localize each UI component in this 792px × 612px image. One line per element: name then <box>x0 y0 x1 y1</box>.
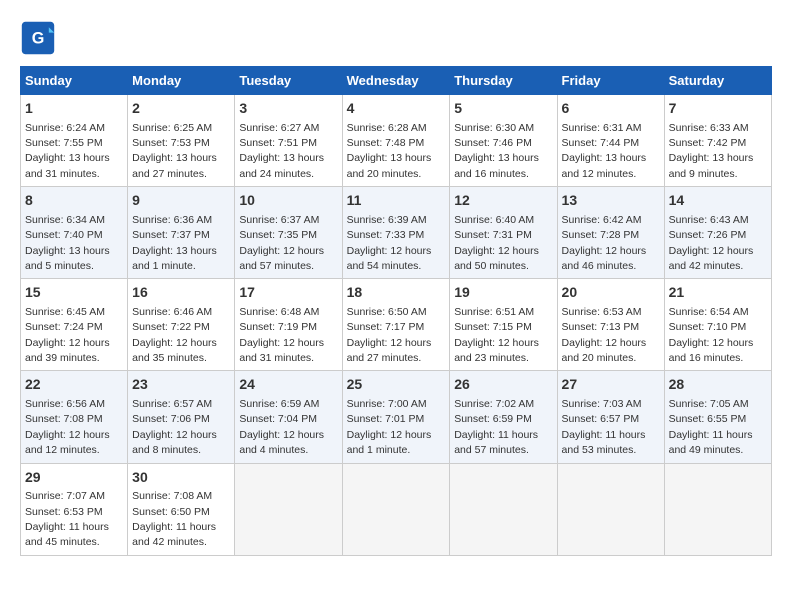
col-sunday: Sunday <box>21 67 128 95</box>
day-13: 13 Sunrise: 6:42 AMSunset: 7:28 PMDaylig… <box>557 187 664 279</box>
table-row: 29 Sunrise: 7:07 AMSunset: 6:53 PMDaylig… <box>21 463 772 555</box>
logo-icon: G <box>20 20 56 56</box>
day-4: 4 Sunrise: 6:28 AMSunset: 7:48 PMDayligh… <box>342 95 450 187</box>
day-22: 22 Sunrise: 6:56 AMSunset: 7:08 PMDaylig… <box>21 371 128 463</box>
empty-cell <box>664 463 771 555</box>
table-row: 8 Sunrise: 6:34 AMSunset: 7:40 PMDayligh… <box>21 187 772 279</box>
col-monday: Monday <box>128 67 235 95</box>
col-thursday: Thursday <box>450 67 557 95</box>
col-saturday: Saturday <box>664 67 771 95</box>
day-30: 30 Sunrise: 7:08 AMSunset: 6:50 PMDaylig… <box>128 463 235 555</box>
day-1: 1 Sunrise: 6:24 AMSunset: 7:55 PMDayligh… <box>21 95 128 187</box>
table-row: 15 Sunrise: 6:45 AMSunset: 7:24 PMDaylig… <box>21 279 772 371</box>
day-18: 18 Sunrise: 6:50 AMSunset: 7:17 PMDaylig… <box>342 279 450 371</box>
page-header: G <box>20 20 772 56</box>
day-3: 3 Sunrise: 6:27 AMSunset: 7:51 PMDayligh… <box>235 95 342 187</box>
day-7: 7 Sunrise: 6:33 AMSunset: 7:42 PMDayligh… <box>664 95 771 187</box>
empty-cell <box>450 463 557 555</box>
day-11: 11 Sunrise: 6:39 AMSunset: 7:33 PMDaylig… <box>342 187 450 279</box>
header-row: Sunday Monday Tuesday Wednesday Thursday… <box>21 67 772 95</box>
day-12: 12 Sunrise: 6:40 AMSunset: 7:31 PMDaylig… <box>450 187 557 279</box>
day-17: 17 Sunrise: 6:48 AMSunset: 7:19 PMDaylig… <box>235 279 342 371</box>
day-29: 29 Sunrise: 7:07 AMSunset: 6:53 PMDaylig… <box>21 463 128 555</box>
day-27: 27 Sunrise: 7:03 AMSunset: 6:57 PMDaylig… <box>557 371 664 463</box>
col-wednesday: Wednesday <box>342 67 450 95</box>
day-28: 28 Sunrise: 7:05 AMSunset: 6:55 PMDaylig… <box>664 371 771 463</box>
col-friday: Friday <box>557 67 664 95</box>
day-20: 20 Sunrise: 6:53 AMSunset: 7:13 PMDaylig… <box>557 279 664 371</box>
empty-cell <box>342 463 450 555</box>
day-2: 2 Sunrise: 6:25 AMSunset: 7:53 PMDayligh… <box>128 95 235 187</box>
day-14: 14 Sunrise: 6:43 AMSunset: 7:26 PMDaylig… <box>664 187 771 279</box>
table-row: 22 Sunrise: 6:56 AMSunset: 7:08 PMDaylig… <box>21 371 772 463</box>
logo: G <box>20 20 60 56</box>
day-10: 10 Sunrise: 6:37 AMSunset: 7:35 PMDaylig… <box>235 187 342 279</box>
day-6: 6 Sunrise: 6:31 AMSunset: 7:44 PMDayligh… <box>557 95 664 187</box>
day-15: 15 Sunrise: 6:45 AMSunset: 7:24 PMDaylig… <box>21 279 128 371</box>
empty-cell <box>235 463 342 555</box>
day-24: 24 Sunrise: 6:59 AMSunset: 7:04 PMDaylig… <box>235 371 342 463</box>
day-26: 26 Sunrise: 7:02 AMSunset: 6:59 PMDaylig… <box>450 371 557 463</box>
day-5: 5 Sunrise: 6:30 AMSunset: 7:46 PMDayligh… <box>450 95 557 187</box>
day-16: 16 Sunrise: 6:46 AMSunset: 7:22 PMDaylig… <box>128 279 235 371</box>
day-23: 23 Sunrise: 6:57 AMSunset: 7:06 PMDaylig… <box>128 371 235 463</box>
day-9: 9 Sunrise: 6:36 AMSunset: 7:37 PMDayligh… <box>128 187 235 279</box>
table-row: 1 Sunrise: 6:24 AMSunset: 7:55 PMDayligh… <box>21 95 772 187</box>
calendar-table: Sunday Monday Tuesday Wednesday Thursday… <box>20 66 772 556</box>
empty-cell <box>557 463 664 555</box>
col-tuesday: Tuesday <box>235 67 342 95</box>
day-21: 21 Sunrise: 6:54 AMSunset: 7:10 PMDaylig… <box>664 279 771 371</box>
svg-text:G: G <box>32 29 45 47</box>
day-25: 25 Sunrise: 7:00 AMSunset: 7:01 PMDaylig… <box>342 371 450 463</box>
day-8: 8 Sunrise: 6:34 AMSunset: 7:40 PMDayligh… <box>21 187 128 279</box>
day-19: 19 Sunrise: 6:51 AMSunset: 7:15 PMDaylig… <box>450 279 557 371</box>
